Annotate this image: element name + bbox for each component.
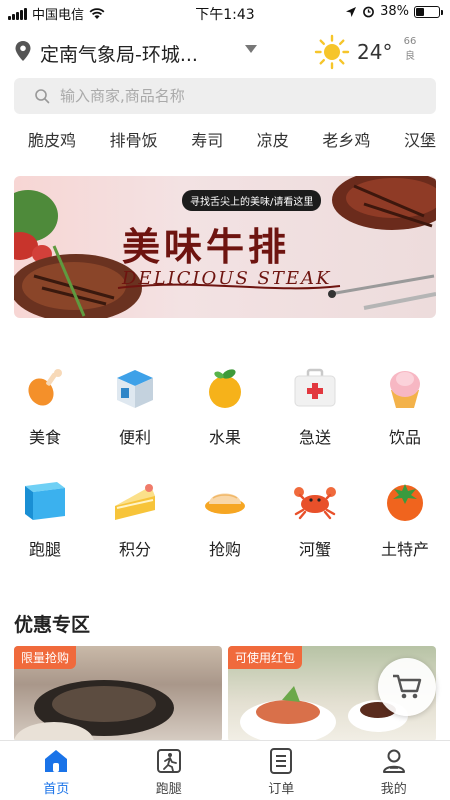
- crab-icon: [294, 487, 336, 520]
- order-list-icon: [270, 748, 293, 774]
- search-input[interactable]: [60, 87, 420, 105]
- tab-label: 跑腿: [155, 782, 182, 797]
- service-label: 土特产: [380, 540, 429, 559]
- search-icon: [35, 89, 50, 104]
- alarm-icon: [363, 6, 374, 18]
- tab-label: 首页: [43, 782, 70, 797]
- hot-search-tags: 脆皮鸡 排骨饭 寿司 凉皮 老乡鸡 汉堡: [0, 127, 450, 153]
- battery-percent: 38%: [380, 4, 409, 19]
- drumstick-icon: [28, 369, 62, 406]
- tag-item[interactable]: 脆皮鸡: [28, 127, 76, 153]
- service-item-convenience[interactable]: 便利: [90, 364, 180, 448]
- service-label: 跑腿: [28, 540, 61, 559]
- header: 定南气象局-环城... 24° 66 良: [0, 30, 450, 74]
- service-label: 河蟹: [298, 540, 331, 559]
- service-item-food[interactable]: 美食: [0, 364, 90, 448]
- tab-profile[interactable]: 我的: [338, 741, 450, 800]
- service-item-drinks[interactable]: 饮品: [360, 364, 450, 448]
- orange-icon: [209, 369, 241, 408]
- service-item-local-specialty[interactable]: 土特产: [360, 476, 450, 560]
- service-item-fruit[interactable]: 水果: [180, 364, 270, 448]
- sun-icon: [314, 34, 350, 70]
- tab-home[interactable]: 首页: [0, 741, 113, 800]
- service-label: 急送: [298, 428, 331, 447]
- service-label: 美食: [28, 428, 61, 447]
- first-aid-kit-icon: [294, 368, 336, 407]
- promo-badge: 可使用红包: [228, 646, 303, 669]
- aqi-level: 良: [405, 51, 415, 62]
- service-item-errand[interactable]: 跑腿: [0, 476, 90, 560]
- floating-cart-button[interactable]: [378, 658, 436, 716]
- service-label: 便利: [118, 428, 151, 447]
- caret-down-icon[interactable]: [244, 44, 258, 54]
- service-label: 积分: [118, 540, 151, 559]
- profile-icon: [382, 749, 405, 773]
- banner-title-en: DELICIOUS STEAK: [122, 268, 332, 289]
- bun-icon: [205, 493, 245, 514]
- banner-title: 美味牛排: [122, 224, 291, 269]
- service-label: 抢购: [208, 540, 241, 559]
- status-bar: 中国电信 下午1:43 38%: [0, 0, 450, 24]
- shopping-cart-icon: [393, 674, 422, 699]
- service-label: 水果: [208, 428, 241, 447]
- tag-item[interactable]: 汉堡: [404, 127, 436, 153]
- cake-icon: [115, 484, 155, 520]
- search-bar[interactable]: [14, 78, 436, 114]
- box-icon: [25, 482, 65, 520]
- errand-icon: [156, 749, 181, 773]
- service-item-flash-sale[interactable]: 抢购: [180, 476, 270, 560]
- promo-card-flash-sale[interactable]: 限量抢购: [14, 646, 222, 742]
- home-icon: [45, 750, 68, 772]
- location-selector[interactable]: 定南气象局-环城...: [40, 40, 198, 67]
- tab-label: 订单: [268, 782, 295, 797]
- service-item-points[interactable]: 积分: [90, 476, 180, 560]
- temperature: 24°: [357, 40, 393, 64]
- air-quality: 66 良: [400, 34, 420, 64]
- service-label: 饮品: [388, 428, 421, 447]
- tomato-icon: [387, 484, 423, 521]
- store-icon: [117, 370, 153, 408]
- service-item-crab[interactable]: 河蟹: [270, 476, 360, 560]
- aqi-value: 66: [403, 36, 417, 47]
- tag-item[interactable]: 寿司: [191, 127, 223, 153]
- cupcake-icon: [390, 371, 420, 408]
- service-item-express[interactable]: 急送: [270, 364, 360, 448]
- tab-errand[interactable]: 跑腿: [113, 741, 226, 800]
- location-arrow-icon: [346, 6, 357, 17]
- tag-item[interactable]: 凉皮: [257, 127, 289, 153]
- promo-badge: 限量抢购: [14, 646, 77, 669]
- bottom-tab-bar: 首页 跑腿 订单 我的: [0, 740, 450, 800]
- battery-icon: [414, 5, 443, 18]
- tab-orders[interactable]: 订单: [225, 741, 338, 800]
- tag-item[interactable]: 老乡鸡: [322, 127, 370, 153]
- promo-section-title: 优惠专区: [14, 614, 91, 636]
- banner-subtitle: 寻找舌尖上的美味/请看这里: [182, 190, 322, 211]
- tag-item[interactable]: 排骨饭: [110, 127, 158, 153]
- promo-banner[interactable]: 寻找舌尖上的美味/请看这里 美味牛排 DELICIOUS STEAK: [14, 176, 436, 318]
- service-grid: 美食 便利 水果 急送 饮品 跑腿 积分 抢购 河蟹 土特产: [0, 364, 450, 560]
- tab-label: 我的: [380, 782, 407, 797]
- location-pin-icon[interactable]: [14, 40, 32, 62]
